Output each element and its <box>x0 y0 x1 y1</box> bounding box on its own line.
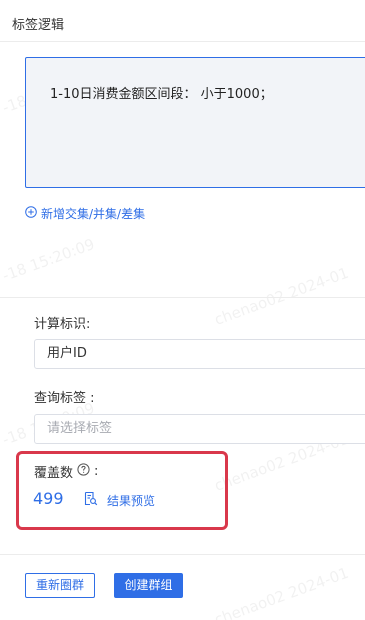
query-tag-select[interactable]: 请选择标签 <box>34 414 365 444</box>
calc-id-field[interactable]: 用户ID <box>34 339 365 369</box>
reselect-group-button[interactable]: 重新圈群 <box>25 573 95 598</box>
document-search-icon <box>83 491 98 509</box>
result-preview-link[interactable]: 结果预览 <box>83 491 155 509</box>
logic-expression-text: 1-10日消费金额区间段： 小于1000； <box>50 87 273 102</box>
coverage-label-text: 覆盖数 <box>34 466 74 481</box>
add-set-operation-link[interactable]: 新增交集/并集/差集 <box>25 205 145 222</box>
logic-expression-box[interactable]: 1-10日消费金额区间段： 小于1000； <box>25 57 365 188</box>
section-title: 标签逻辑 <box>12 18 65 33</box>
result-preview-label: 结果预览 <box>107 493 156 508</box>
question-circle-icon[interactable] <box>77 463 90 480</box>
watermark-text: -18 15:20:09 <box>0 234 97 285</box>
query-tag-label: 查询标签 : <box>34 391 95 406</box>
coverage-count: 499 <box>33 489 64 508</box>
add-set-operation-label: 新增交集/并集/差集 <box>41 207 146 221</box>
watermark-text: chenao02 2024-01 <box>212 563 352 620</box>
coverage-label: 覆盖数 : <box>34 462 98 481</box>
calc-id-label: 计算标识: <box>34 317 91 332</box>
divider <box>0 41 365 42</box>
tag-logic-panel: -18 15:20:09 chenao02 2024-01 -18 15:20:… <box>0 0 365 620</box>
create-group-button[interactable]: 创建群组 <box>114 573 183 598</box>
divider <box>0 297 365 298</box>
divider <box>0 554 365 555</box>
coverage-label-colon: : <box>94 464 99 479</box>
plus-circle-icon <box>25 206 37 221</box>
